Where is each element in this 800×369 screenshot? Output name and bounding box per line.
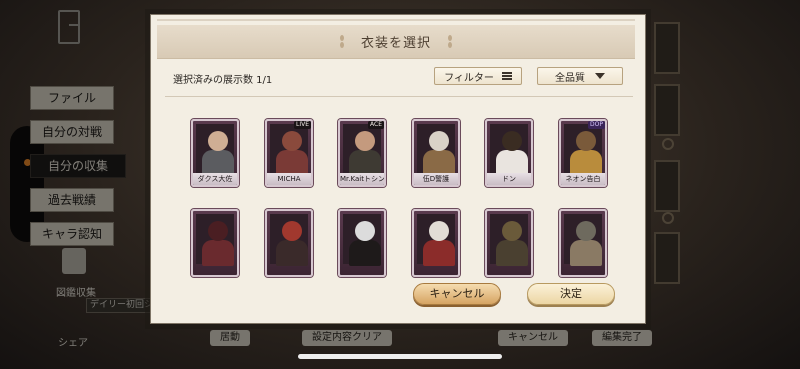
filter-button[interactable]: フィルター: [434, 67, 522, 85]
selected-count-label: 選択済みの展示数 1/1: [173, 75, 273, 86]
figure-head: [576, 221, 596, 241]
costume-card[interactable]: DOP ネオン告白: [559, 119, 607, 187]
costume-card[interactable]: 伍D警護: [412, 119, 460, 187]
figure-head: [282, 131, 302, 151]
exit-door-icon: [58, 10, 80, 44]
menu-item-past-records: 過去戦績: [30, 188, 114, 212]
bg-button-edit-done: 編集完了: [592, 330, 652, 346]
figure-body: [570, 240, 602, 266]
costume-portrait: [270, 214, 308, 266]
menu-item-my-collection: 自分の収集: [30, 154, 126, 178]
costume-portrait: [417, 214, 455, 266]
costume-name: ネオン告白: [561, 173, 605, 185]
costume-card[interactable]: [265, 209, 313, 277]
confirm-button[interactable]: 決定: [527, 283, 615, 305]
costume-portrait: [490, 124, 528, 176]
figure-head: [429, 131, 449, 151]
wheat-ornament-icon: [337, 34, 347, 50]
dialog-title: 衣装を選択: [360, 36, 431, 51]
cancel-button[interactable]: キャンセル: [413, 283, 501, 305]
figure-body: [349, 240, 381, 266]
header-rail: [157, 19, 635, 21]
menu-item-character-recognition: キャラ認知: [30, 222, 114, 246]
costume-portrait: [343, 214, 381, 266]
quality-value: 全品質: [555, 72, 585, 84]
costume-card[interactable]: [191, 209, 239, 277]
menu-item-file: ファイル: [30, 86, 114, 110]
figure-head: [355, 131, 375, 151]
figure-body: [496, 240, 528, 266]
bg-frame: [654, 160, 680, 212]
costume-portrait: [196, 214, 234, 266]
share-label: シェア: [58, 338, 88, 349]
bg-button-move: 居動: [210, 330, 250, 346]
home-indicator: [298, 354, 502, 359]
collection-label: 図鑑収集: [56, 288, 96, 299]
figure-body: [202, 240, 234, 266]
figure-head: [429, 221, 449, 241]
menu-item-my-matches: 自分の対戦: [30, 120, 114, 144]
quality-dropdown[interactable]: 全品質: [537, 67, 623, 85]
dialog-header: 衣装を選択: [157, 25, 635, 59]
costume-card[interactable]: [338, 209, 386, 277]
costume-card[interactable]: [559, 209, 607, 277]
costume-portrait: [417, 124, 455, 176]
ring-icon: [662, 212, 674, 224]
costume-select-dialog: 衣装を選択 選択済みの展示数 1/1 フィルター 全品質 ダクス大佐 LIVE MI…: [150, 14, 646, 324]
costume-portrait: [270, 124, 308, 176]
bg-frame: [654, 232, 680, 284]
costume-card[interactable]: LIVE MICHA: [265, 119, 313, 187]
costume-name: Mr.Kaitトシンド: [340, 173, 384, 185]
costume-badge: ACE: [368, 121, 384, 129]
bg-frame: [654, 22, 680, 74]
bg-frame: [654, 84, 680, 136]
list-icon: [501, 72, 512, 80]
figure-head: [576, 131, 596, 151]
figure-body: [276, 240, 308, 266]
wheat-ornament-icon: [445, 34, 455, 50]
costume-portrait: [564, 214, 602, 266]
costume-name: 伍D警護: [414, 173, 458, 185]
costume-name: ダクス大佐: [193, 173, 237, 185]
bg-button-cancel: キャンセル: [498, 330, 568, 346]
costume-badge: DOP: [588, 121, 605, 129]
costume-card[interactable]: [412, 209, 460, 277]
costume-card[interactable]: ACE Mr.Kaitトシンド: [338, 119, 386, 187]
filter-label: フィルター: [444, 72, 494, 84]
figure-head: [502, 131, 522, 151]
costume-card[interactable]: [485, 209, 533, 277]
book-icon: [62, 248, 86, 274]
figure-head: [502, 221, 522, 241]
costume-grid: ダクス大佐 LIVE MICHA ACE Mr.Kaitトシンド 伍D警護 ドン DOP ネオン…: [191, 119, 611, 285]
ring-icon: [662, 138, 674, 150]
costume-portrait: [196, 124, 234, 176]
costume-portrait: [343, 124, 381, 176]
figure-head: [208, 221, 228, 241]
figure-head: [282, 221, 302, 241]
costume-portrait: [564, 124, 602, 176]
costume-card[interactable]: ドン: [485, 119, 533, 187]
background-menu: ファイル 自分の対戦 自分の収集 過去戦績 キャラ認知: [30, 86, 126, 246]
figure-body: [423, 240, 455, 266]
bg-button-clear-settings: 設定内容クリア: [302, 330, 392, 346]
figure-head: [355, 221, 375, 241]
divider: [165, 96, 633, 97]
costume-name: MICHA: [267, 173, 311, 185]
costume-name: ドン: [487, 173, 531, 185]
costume-badge: LIVE: [293, 121, 311, 129]
costume-card[interactable]: ダクス大佐: [191, 119, 239, 187]
figure-head: [208, 131, 228, 151]
costume-portrait: [490, 214, 528, 266]
chevron-down-icon: [595, 73, 605, 79]
